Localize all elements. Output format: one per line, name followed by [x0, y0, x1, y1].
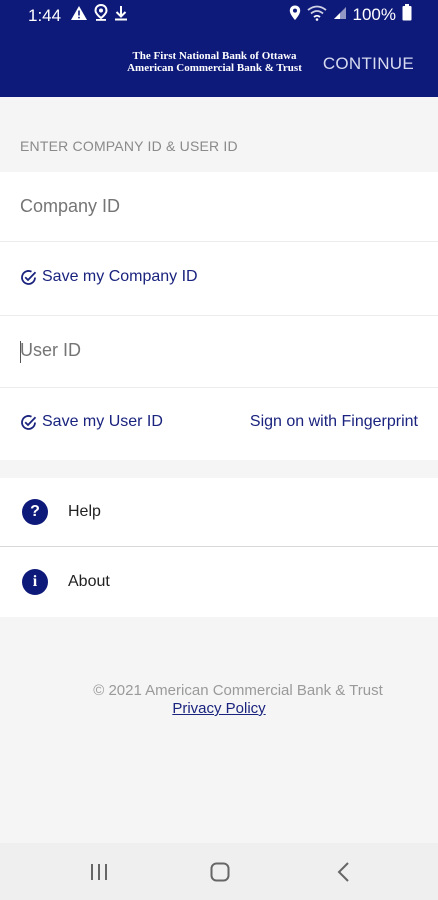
- save-user-label: Save my User ID: [42, 413, 163, 430]
- status-time: 1:44: [28, 6, 62, 25]
- location-pin-icon: [94, 3, 108, 26]
- company-id-row: [0, 172, 438, 242]
- info-icon: i: [22, 569, 48, 595]
- fingerprint-signon-link[interactable]: Sign on with Fingerprint: [250, 413, 418, 431]
- menu-item-help[interactable]: ? Help: [0, 478, 438, 547]
- location-icon: [289, 5, 301, 26]
- checkmark-circle-icon: [21, 414, 37, 430]
- wifi-icon: [306, 5, 327, 26]
- status-icons-right: 100%: [289, 4, 412, 26]
- battery-percent: 100%: [352, 5, 396, 24]
- menu-item-about[interactable]: i About: [0, 548, 438, 617]
- footer: © 2021 American Commercial Bank & Trust …: [0, 682, 438, 718]
- app-header: 1:44 100% The First National Bank of Ott…: [0, 0, 438, 97]
- save-user-row: Save my User ID Sign on with Fingerprint: [0, 388, 438, 460]
- menu-item-label: Help: [68, 503, 101, 520]
- battery-icon: [402, 4, 412, 26]
- recent-apps-icon[interactable]: [87, 861, 111, 883]
- warning-icon: [70, 5, 88, 26]
- copyright-text: © 2021 American Commercial Bank & Trust: [93, 682, 383, 699]
- menu-item-label: About: [68, 573, 110, 590]
- home-icon[interactable]: [208, 861, 232, 883]
- signal-icon: [333, 6, 347, 25]
- continue-button[interactable]: CONTINUE: [323, 54, 414, 74]
- menu-list: ? Help i About: [0, 478, 438, 617]
- bank-name-line1: The First National Bank of Ottawa: [132, 50, 297, 62]
- user-id-row: [0, 316, 438, 388]
- save-company-row: Save my Company ID: [0, 242, 438, 316]
- bank-logo: The First National Bank of Ottawa Americ…: [112, 50, 317, 74]
- login-form: Save my Company ID Save my User ID Sign …: [0, 172, 438, 460]
- help-icon: ?: [22, 499, 48, 525]
- status-icons-left: [70, 3, 128, 26]
- section-label: ENTER COMPANY ID & USER ID: [20, 138, 238, 154]
- android-nav-bar: [0, 843, 438, 900]
- company-id-input[interactable]: [20, 196, 400, 217]
- save-company-checkbox[interactable]: Save my Company ID: [20, 268, 198, 286]
- checkmark-circle-icon: [21, 269, 37, 285]
- back-icon[interactable]: [332, 861, 356, 883]
- save-company-label: Save my Company ID: [42, 268, 198, 285]
- privacy-policy-link[interactable]: Privacy Policy: [172, 700, 265, 717]
- bank-name-line2: American Commercial Bank & Trust: [127, 62, 302, 74]
- status-bar: 1:44 100%: [0, 0, 438, 30]
- user-id-input[interactable]: [20, 340, 400, 361]
- save-user-checkbox[interactable]: Save my User ID: [20, 413, 163, 431]
- download-icon: [114, 5, 128, 26]
